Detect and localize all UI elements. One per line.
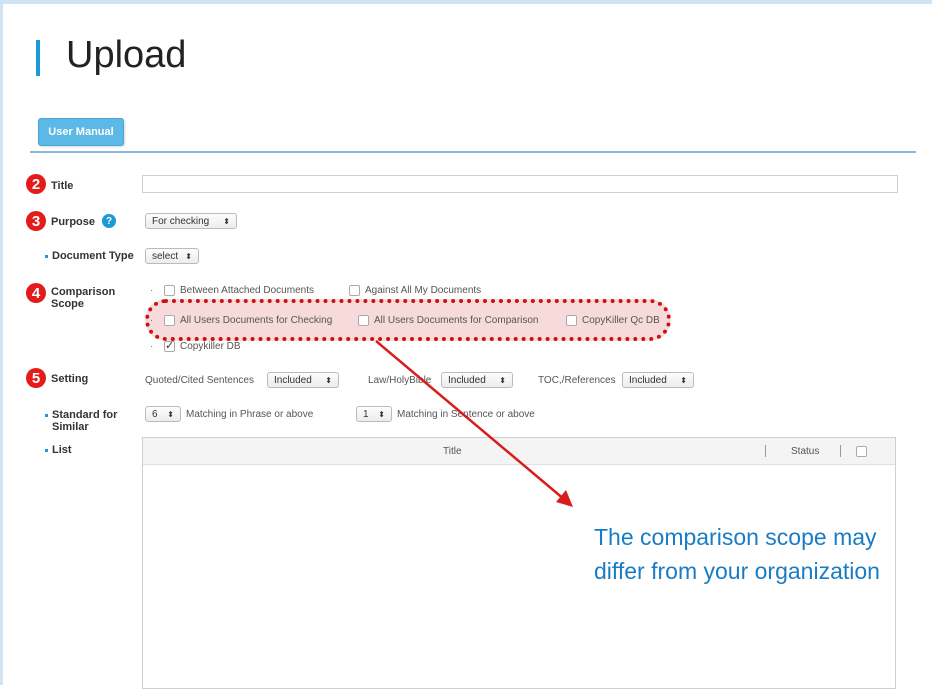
- annotation-line2: differ from your organization: [594, 558, 880, 584]
- annotation-text: The comparison scope may differ from you…: [594, 520, 880, 588]
- arrow-head: [556, 490, 573, 507]
- arrow-line: [375, 340, 566, 501]
- annotation-line1: The comparison scope may: [594, 524, 877, 550]
